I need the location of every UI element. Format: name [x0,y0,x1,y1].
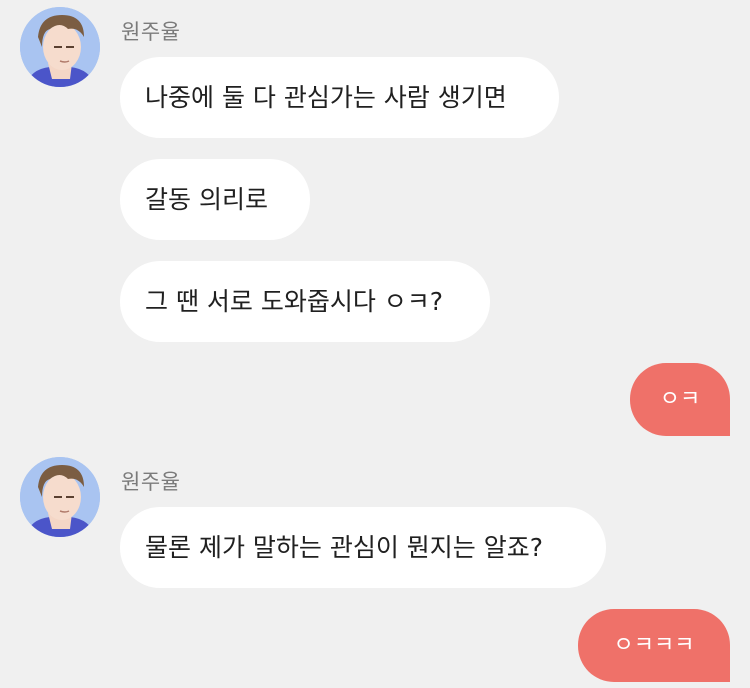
my-message-bubble[interactable]: ㅇㅋㅋㅋ [578,609,730,682]
avatar-image [20,7,100,87]
my-message-bubble[interactable]: ㅇㅋ [630,363,730,436]
message-bubble[interactable]: 갈동 의리로 [120,159,310,240]
avatar[interactable] [20,7,100,87]
message-bubble[interactable]: 나중에 둘 다 관심가는 사람 생기면 [120,57,559,138]
avatar[interactable] [20,457,100,537]
message-bubble[interactable]: 물론 제가 말하는 관심이 뭔지는 알죠? [120,507,606,588]
message-bubble[interactable]: 그 땐 서로 도와줍시다 ㅇㅋ? [120,261,490,342]
sender-name: 원주율 [121,470,181,494]
avatar-image [20,457,100,537]
sender-name: 원주율 [121,20,181,44]
